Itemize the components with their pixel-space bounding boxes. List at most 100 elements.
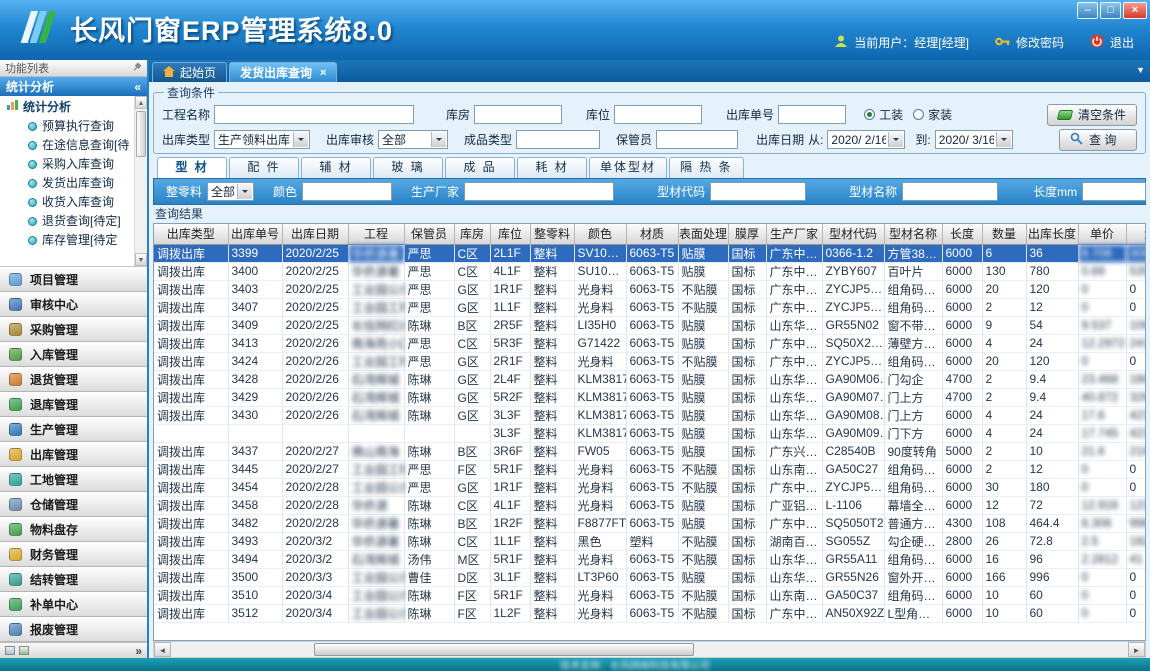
scroll-down-icon[interactable]: ▼ bbox=[135, 253, 147, 266]
sidebar-item-finance[interactable]: 财务管理 bbox=[0, 542, 147, 567]
sidebar-item-audit[interactable]: 审核中心 bbox=[0, 292, 147, 317]
sidebar-item-purchase[interactable]: 采购管理 bbox=[0, 317, 147, 342]
logout-link[interactable]: 退出 bbox=[1110, 34, 1134, 51]
project-name-input[interactable] bbox=[214, 105, 414, 124]
tree-item-purchase-inbound-query[interactable]: 采购入库查询 bbox=[0, 155, 147, 174]
table-row[interactable]: 调拨出库34302020/2/26石湾辉城陈琳G区3L3F整料KLM381760… bbox=[154, 406, 1146, 424]
material-tab-consumable[interactable]: 耗 材 bbox=[517, 157, 587, 178]
table-row[interactable]: 调拨出库35002020/3/3工业园公共工程曹佳D区3L1F整料LT3P606… bbox=[154, 568, 1146, 586]
material-tab-glass[interactable]: 玻 璃 bbox=[373, 157, 443, 178]
maximize-button[interactable]: □ bbox=[1100, 2, 1121, 19]
table-row[interactable]: 调拨出库34002020/2/25华侨源著严思C区4L1F整料SU10…6063… bbox=[154, 262, 1146, 280]
mini-computer-icon[interactable] bbox=[19, 646, 29, 655]
table-row[interactable]: 调拨出库34032020/2/25工业园公共工程严思G区1R1F整料光身料606… bbox=[154, 280, 1146, 298]
table-row[interactable]: 3L3F整料KLM38176063-T5贴膜国标山东华…GA90M09…门下方6… bbox=[154, 424, 1146, 442]
sidebar-item-site[interactable]: 工地管理 bbox=[0, 467, 147, 492]
column-header-12[interactable]: 生产厂家 bbox=[766, 224, 822, 244]
table-row[interactable]: 调拨出库34942020/3/2石湾辉城汤伟M区5R1F整料光身料6063-T5… bbox=[154, 550, 1146, 568]
tab-home[interactable]: 起始页 bbox=[152, 62, 227, 82]
sidebar-item-carryover[interactable]: 结转管理 bbox=[0, 567, 147, 592]
manufacturer-input[interactable] bbox=[464, 182, 614, 201]
tree-root-statistics[interactable]: 统计分析 bbox=[0, 98, 147, 117]
column-header-17[interactable]: 出库长度 bbox=[1026, 224, 1078, 244]
collapse-button[interactable]: « bbox=[134, 80, 141, 94]
sidebar-item-warehouse[interactable]: 仓储管理 bbox=[0, 492, 147, 517]
material-tab-product[interactable]: 成 品 bbox=[445, 157, 515, 178]
sidebar-item-inbound[interactable]: 入库管理 bbox=[0, 342, 147, 367]
sidebar-item-outbound[interactable]: 出库管理 bbox=[0, 442, 147, 467]
sidebar-item-supplement[interactable]: 补单中心 bbox=[0, 592, 147, 617]
column-header-3[interactable]: 工程 bbox=[348, 224, 404, 244]
outbound-audit-select[interactable]: 全部 bbox=[378, 130, 448, 149]
minimize-button[interactable]: – bbox=[1077, 2, 1098, 19]
length-input[interactable] bbox=[1082, 182, 1146, 201]
sidebar-item-production[interactable]: 生产管理 bbox=[0, 417, 147, 442]
table-row[interactable]: 调拨出库34132020/2/26南海苑小区严思C区5R3F整料G7142260… bbox=[154, 334, 1146, 352]
tree-scrollbar[interactable]: ▲ ▼ bbox=[134, 96, 147, 266]
table-row[interactable]: 调拨出库34292020/2/26石湾辉城陈琳G区5R2F整料KLM381760… bbox=[154, 388, 1146, 406]
sidebar-item-project[interactable]: 项目管理 bbox=[0, 267, 147, 292]
clear-conditions-button[interactable]: 清空条件 bbox=[1047, 104, 1137, 126]
close-button[interactable]: × bbox=[1123, 2, 1147, 19]
material-tab-insulation[interactable]: 隔 热 条 bbox=[669, 157, 744, 178]
tree-item-return-query[interactable]: 退货查询[待定] bbox=[0, 212, 147, 231]
search-button[interactable]: 查 询 bbox=[1059, 129, 1137, 151]
tree-item-stock-query[interactable]: 库存管理[待定 bbox=[0, 231, 147, 250]
table-row[interactable]: 调拨出库34452020/2/27工业园工程严思F区5R1F整料光身料6063-… bbox=[154, 460, 1146, 478]
column-header-14[interactable]: 型材名称 bbox=[884, 224, 942, 244]
column-header-11[interactable]: 膜厚 bbox=[728, 224, 766, 244]
column-header-18[interactable]: 单价 bbox=[1078, 224, 1126, 244]
column-header-0[interactable]: 出库类型 bbox=[154, 224, 228, 244]
outbound-type-select[interactable]: 生产领料出库 bbox=[214, 130, 310, 149]
table-row[interactable]: 调拨出库34822020/2/28华侨源著陈琳B区1R2F整料F8877FT60… bbox=[154, 514, 1146, 532]
scroll-up-icon[interactable]: ▲ bbox=[135, 96, 147, 109]
profile-name-input[interactable] bbox=[902, 182, 998, 201]
tab-delivery-outbound-query[interactable]: 发货出库查询 × bbox=[229, 62, 337, 82]
material-tab-profile[interactable]: 型 材 bbox=[157, 157, 227, 178]
mini-grid-icon[interactable] bbox=[5, 646, 15, 655]
tab-list-chevron-icon[interactable]: ▼ bbox=[1136, 65, 1145, 75]
table-row[interactable]: 调拨出库34072020/2/25工业园工程严思G区1L1F整料光身料6063-… bbox=[154, 298, 1146, 316]
sidebar-item-return-stock[interactable]: 退库管理 bbox=[0, 392, 147, 417]
column-header-15[interactable]: 长度 bbox=[942, 224, 982, 244]
column-header-16[interactable]: 数量 bbox=[982, 224, 1026, 244]
table-row[interactable]: 调拨出库35102020/3/4工业园公共工程陈琳F区5R1F整料光身料6063… bbox=[154, 586, 1146, 604]
material-tab-fitting[interactable]: 配 件 bbox=[229, 157, 299, 178]
table-row[interactable]: 调拨出库34582020/2/28华侨源陈琳C区4L1F整料光身料6063-T5… bbox=[154, 496, 1146, 514]
profile-code-input[interactable] bbox=[710, 182, 806, 201]
scroll-left-icon[interactable]: ◄ bbox=[154, 642, 171, 657]
tree-item-receipt-inbound-query[interactable]: 收货入库查询 bbox=[0, 193, 147, 212]
column-header-4[interactable]: 保管员 bbox=[404, 224, 454, 244]
change-password-link[interactable]: 修改密码 bbox=[1016, 34, 1064, 51]
scroll-right-icon[interactable]: ► bbox=[1128, 642, 1145, 657]
keeper-input[interactable] bbox=[656, 130, 738, 149]
more-chevron-icon[interactable]: » bbox=[135, 644, 142, 658]
date-from-picker[interactable]: 2020/ 2/16 bbox=[827, 130, 905, 149]
tree-item-in-transit-query[interactable]: 在途信息查询[待 bbox=[0, 136, 147, 155]
table-row[interactable]: 调拨出库34092020/2/25长信网红府陈琳B区2R5F整料LI35H060… bbox=[154, 316, 1146, 334]
column-header-10[interactable]: 表面处理 bbox=[678, 224, 728, 244]
column-header-9[interactable]: 材质 bbox=[626, 224, 678, 244]
order-no-input[interactable] bbox=[778, 105, 846, 124]
scroll-thumb[interactable] bbox=[314, 643, 694, 656]
zhengling-select[interactable]: 全部 bbox=[207, 182, 254, 201]
column-header-5[interactable]: 库房 bbox=[454, 224, 490, 244]
jiazhuang-radio[interactable] bbox=[913, 109, 924, 120]
pin-icon[interactable] bbox=[132, 62, 142, 75]
table-row[interactable]: 调拨出库34932020/3/2华侨源著陈琳C区1L1F整料黑色塑料不贴膜国标湖… bbox=[154, 532, 1146, 550]
column-header-13[interactable]: 型材代码 bbox=[822, 224, 884, 244]
material-tab-single-profile[interactable]: 单体型材 bbox=[589, 157, 667, 178]
tree-item-budget-execution-query[interactable]: 预算执行查询 bbox=[0, 117, 147, 136]
tree-scroll-thumb[interactable] bbox=[136, 111, 146, 157]
gongzhuang-radio[interactable] bbox=[864, 109, 875, 120]
table-row[interactable]: 调拨出库33992020/2/25华侨源著严思C区2L1F整料SV10…6063… bbox=[154, 244, 1146, 262]
table-row[interactable]: 调拨出库35122020/3/4工业园公共工程陈琳F区1L2F整料光身料6063… bbox=[154, 604, 1146, 622]
results-grid[interactable]: 出库类型出库单号出库日期工程保管员库房库位整零料颜色材质表面处理膜厚生产厂家型材… bbox=[153, 223, 1146, 641]
table-row[interactable]: 调拨出库34242020/2/26工业园工程严思G区2R1F整料光身料6063-… bbox=[154, 352, 1146, 370]
column-header-1[interactable]: 出库单号 bbox=[228, 224, 282, 244]
color-input[interactable] bbox=[302, 182, 392, 201]
sidebar-item-inventory[interactable]: 物料盘存 bbox=[0, 517, 147, 542]
column-header-8[interactable]: 颜色 bbox=[574, 224, 626, 244]
column-header-2[interactable]: 出库日期 bbox=[282, 224, 348, 244]
column-header-6[interactable]: 库位 bbox=[490, 224, 530, 244]
